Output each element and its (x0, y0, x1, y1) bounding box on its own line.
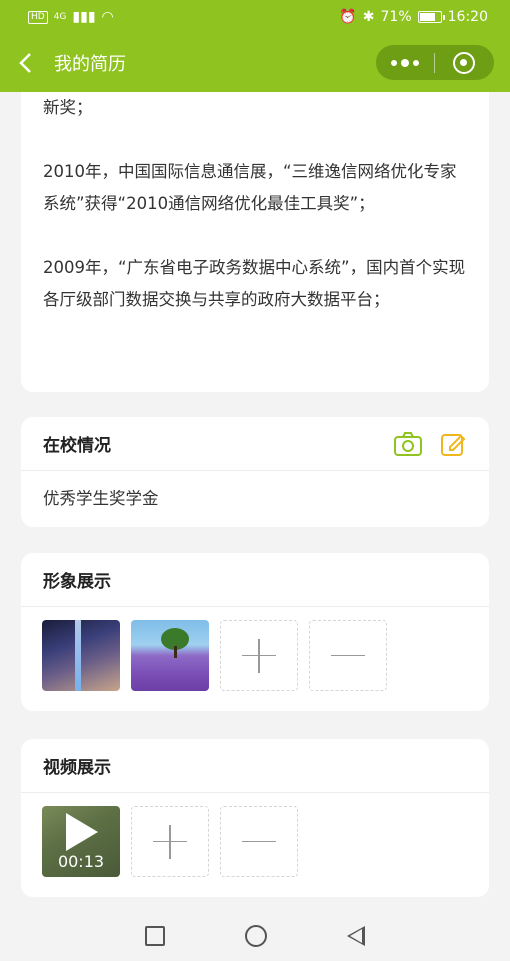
title-bar: 我的简历 (0, 34, 510, 92)
play-icon (66, 813, 98, 851)
target-icon (453, 51, 475, 74)
clock-time: 16:20 (447, 9, 488, 25)
system-nav-bar (0, 911, 510, 961)
video-card-title: 视频展示 (43, 758, 111, 778)
more-dots-icon (391, 59, 419, 67)
add-image-button[interactable] (220, 620, 298, 691)
battery-icon (417, 11, 445, 23)
minus-icon (242, 825, 276, 859)
wifi-icon: ◠ (101, 9, 114, 25)
chevron-left-icon (19, 53, 31, 73)
hd-badge: HD (28, 10, 48, 24)
school-card-actions (393, 430, 467, 458)
status-left: HD 4G ▮▮▮ ◠ (28, 9, 114, 25)
scroll-content[interactable]: 新奖； 2010年，中国国际信息通信展，“三维逸信网络优化专家系统”获得“201… (0, 92, 510, 911)
image-card-header: 形象展示 (21, 553, 489, 607)
home-icon[interactable] (245, 925, 267, 947)
video-tiles: 00:13 (21, 793, 489, 890)
back-icon[interactable] (347, 926, 365, 946)
plus-icon (242, 638, 276, 673)
back-button[interactable] (4, 34, 48, 92)
remove-video-button[interactable] (220, 806, 298, 877)
add-video-button[interactable] (131, 806, 209, 877)
night-sky-photo[interactable] (42, 620, 120, 691)
school-card-body: 优秀学生奖学金 (43, 489, 159, 508)
remove-image-button[interactable] (309, 620, 387, 691)
school-card: 在校情况 优秀学生奖学金 (21, 417, 489, 527)
plus-icon (153, 824, 187, 859)
video-duration: 00:13 (57, 852, 105, 871)
battery-percent: 71% (380, 9, 412, 25)
status-right: ⏰ ✱ 71% 16:20 (339, 9, 488, 25)
award-paragraph: 2009年，“广东省电子政务数据中心系统”，国内首个实现各厅级部门数据交换与共享… (43, 258, 466, 309)
recent-apps-icon[interactable] (145, 926, 165, 946)
edit-icon[interactable] (439, 430, 467, 458)
video-thumbnail[interactable]: 00:13 (42, 806, 120, 877)
bluetooth-icon: ✱ (362, 9, 375, 25)
image-tiles (21, 607, 489, 704)
video-card-header: 视频展示 (21, 739, 489, 793)
page-title: 我的简历 (54, 54, 126, 75)
close-mini-program-button[interactable] (435, 51, 493, 74)
more-button[interactable] (376, 52, 434, 73)
minus-icon (331, 639, 365, 673)
image-card-title: 形象展示 (43, 572, 111, 592)
network-badge: 4G (53, 12, 67, 22)
award-paragraph: 新奖； (43, 98, 93, 117)
school-card-title: 在校情况 (43, 436, 111, 456)
mini-program-capsule (376, 45, 494, 80)
video-card: 视频展示 00:13 (21, 739, 489, 897)
school-card-header: 在校情况 (21, 417, 489, 471)
alarm-icon: ⏰ (339, 9, 357, 25)
lavender-field-photo[interactable] (131, 620, 209, 691)
awards-card: 新奖； 2010年，中国国际信息通信展，“三维逸信网络优化专家系统”获得“201… (21, 92, 489, 392)
camera-icon[interactable] (393, 431, 423, 457)
signal-icon: ▮▮▮ (72, 9, 96, 25)
status-bar: HD 4G ▮▮▮ ◠ ⏰ ✱ 71% 16:20 (0, 0, 510, 34)
award-paragraph: 2010年，中国国际信息通信展，“三维逸信网络优化专家系统”获得“2010通信网… (43, 162, 457, 213)
image-card: 形象展示 (21, 553, 489, 711)
